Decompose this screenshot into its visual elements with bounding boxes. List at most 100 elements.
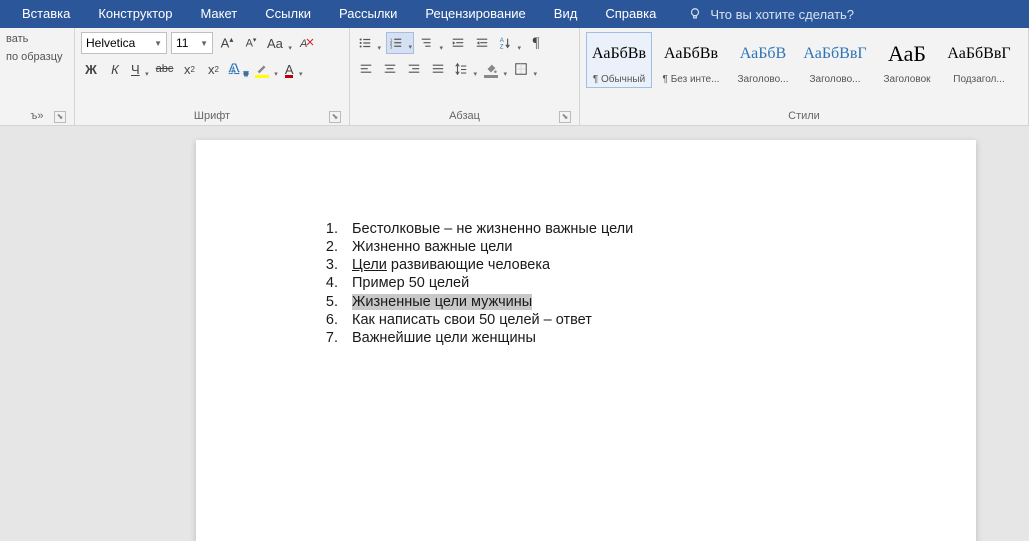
style-preview: АаБбВ — [740, 33, 786, 74]
list-text[interactable]: Цели развивающие человека — [352, 256, 550, 274]
list-text[interactable]: Важнейшие цели женщины — [352, 329, 536, 347]
style-tile-2[interactable]: АаБбВЗаголово... — [730, 32, 796, 88]
font-name-combo[interactable]: Helvetica▼ — [81, 32, 167, 54]
style-tile-4[interactable]: АаБЗаголовок — [874, 32, 940, 88]
bullets-button[interactable] — [356, 32, 382, 54]
numbering-icon: 123 — [389, 36, 403, 50]
font-group: Helvetica▼ 11▼ A▴ A▾ Aa A Ж К Ч abc x2 x… — [75, 28, 350, 125]
borders-button[interactable] — [512, 58, 538, 80]
outdent-icon — [451, 36, 465, 50]
lightbulb-icon — [688, 7, 702, 21]
svg-text:3: 3 — [390, 44, 393, 49]
decrease-indent-button[interactable] — [448, 32, 468, 54]
menu-help[interactable]: Справка — [591, 0, 670, 28]
line-spacing-button[interactable] — [452, 58, 478, 80]
list-item[interactable]: 4.Пример 50 целей — [324, 274, 633, 292]
style-tile-1[interactable]: АаБбВв¶ Без инте... — [658, 32, 724, 88]
list-item[interactable]: 6.Как написать свои 50 целей – ответ — [324, 311, 633, 329]
menu-insert[interactable]: Вставка — [8, 0, 84, 28]
list-number: 5. — [324, 293, 352, 311]
style-name: Подзагол... — [947, 74, 1011, 87]
tell-me-label: Что вы хотите сделать? — [710, 7, 854, 22]
document-content[interactable]: 1.Бестолковые – не жизненно важные цели2… — [324, 220, 633, 347]
list-item[interactable]: 1.Бестолковые – не жизненно важные цели — [324, 220, 633, 238]
clipboard-format-painter[interactable]: по образцу — [6, 50, 68, 64]
list-item[interactable]: 3.Цели развивающие человека — [324, 256, 633, 274]
bullets-icon — [358, 36, 372, 50]
font-color-button[interactable]: A — [283, 58, 304, 80]
list-item[interactable]: 5.Жизненные цели мужчины — [324, 293, 633, 311]
menu-design[interactable]: Конструктор — [84, 0, 186, 28]
change-case-button[interactable]: Aa — [265, 32, 293, 54]
list-text[interactable]: Как написать свои 50 целей – ответ — [352, 311, 592, 329]
paragraph-group-label: Абзац ⬊ — [356, 108, 573, 125]
style-tile-0[interactable]: АаБбВв¶ Обычный — [586, 32, 652, 88]
style-tile-3[interactable]: АаБбВвГЗаголово... — [802, 32, 868, 88]
align-justify-icon — [431, 62, 445, 76]
clear-formatting-button[interactable]: A — [297, 32, 317, 54]
menu-layout[interactable]: Макет — [186, 0, 251, 28]
menu-references[interactable]: Ссылки — [251, 0, 325, 28]
shading-button[interactable] — [482, 58, 508, 80]
highlighter-icon — [255, 62, 269, 76]
align-center-icon — [383, 62, 397, 76]
paint-bucket-icon — [484, 62, 498, 76]
subscript-button[interactable]: x2 — [179, 58, 199, 80]
align-center-button[interactable] — [380, 58, 400, 80]
menu-view[interactable]: Вид — [540, 0, 592, 28]
clipboard-group-label: ъ» ⬊ — [6, 108, 68, 125]
sort-icon: AZ — [498, 36, 512, 50]
increase-indent-button[interactable] — [472, 32, 492, 54]
align-right-button[interactable] — [404, 58, 424, 80]
text-effects-button[interactable]: A — [227, 58, 248, 80]
italic-button[interactable]: К — [105, 58, 125, 80]
page[interactable]: 1.Бестолковые – не жизненно важные цели2… — [196, 140, 976, 541]
paragraph-group: 123 AZ ¶ Абзац ⬊ — [350, 28, 580, 125]
paragraph-launcher-icon[interactable]: ⬊ — [559, 111, 571, 123]
superscript-button[interactable]: x2 — [203, 58, 223, 80]
clipboard-launcher-icon[interactable]: ⬊ — [54, 111, 66, 123]
style-tile-5[interactable]: АаБбВвГПодзагол... — [946, 32, 1012, 88]
style-name: ¶ Обычный — [587, 74, 651, 87]
list-number: 7. — [324, 329, 352, 347]
align-right-icon — [407, 62, 421, 76]
list-text[interactable]: Пример 50 целей — [352, 274, 469, 292]
style-name: Заголово... — [731, 74, 795, 87]
font-launcher-icon[interactable]: ⬊ — [329, 111, 341, 123]
align-left-icon — [359, 62, 373, 76]
grow-font-button[interactable]: A▴ — [217, 32, 237, 54]
styles-gallery[interactable]: АаБбВв¶ ОбычныйАаБбВв¶ Без инте...АаБбВЗ… — [586, 32, 1022, 88]
list-item[interactable]: 2.Жизненно важные цели — [324, 238, 633, 256]
strikethrough-button[interactable]: abc — [154, 58, 176, 80]
style-preview: АаБбВвГ — [947, 33, 1010, 74]
list-text[interactable]: Жизненно важные цели — [352, 238, 512, 256]
multilevel-icon — [420, 36, 434, 50]
bold-button[interactable]: Ж — [81, 58, 101, 80]
show-marks-button[interactable]: ¶ — [526, 32, 546, 54]
multilevel-list-button[interactable] — [418, 32, 444, 54]
caret-down-icon: ▼ — [200, 39, 208, 48]
underline-button[interactable]: Ч — [129, 58, 150, 80]
tell-me[interactable]: Что вы хотите сделать? — [688, 7, 854, 22]
menu-review[interactable]: Рецензирование — [411, 0, 539, 28]
menu-mailings[interactable]: Рассылки — [325, 0, 411, 28]
style-name: Заголово... — [803, 74, 867, 87]
caret-down-icon: ▼ — [154, 39, 162, 48]
highlight-button[interactable] — [253, 58, 279, 80]
list-text[interactable]: Жизненные цели мужчины — [352, 293, 532, 311]
list-item[interactable]: 7.Важнейшие цели женщины — [324, 329, 633, 347]
document-area[interactable]: 1.Бестолковые – не жизненно важные цели2… — [0, 126, 1029, 541]
sort-button[interactable]: AZ — [496, 32, 522, 54]
font-size-combo[interactable]: 11▼ — [171, 32, 213, 54]
line-spacing-icon — [454, 62, 468, 76]
list-text[interactable]: Бестолковые – не жизненно важные цели — [352, 220, 633, 238]
style-preview: АаБбВвГ — [803, 33, 866, 74]
style-name: Заголовок — [875, 74, 939, 87]
shrink-font-button[interactable]: A▾ — [241, 32, 261, 54]
numbering-button[interactable]: 123 — [386, 32, 414, 54]
align-left-button[interactable] — [356, 58, 376, 80]
clipboard-action-1[interactable]: вать — [6, 32, 68, 46]
align-justify-button[interactable] — [428, 58, 448, 80]
list-number: 6. — [324, 311, 352, 329]
clipboard-group: вать по образцу ъ» ⬊ — [0, 28, 75, 125]
